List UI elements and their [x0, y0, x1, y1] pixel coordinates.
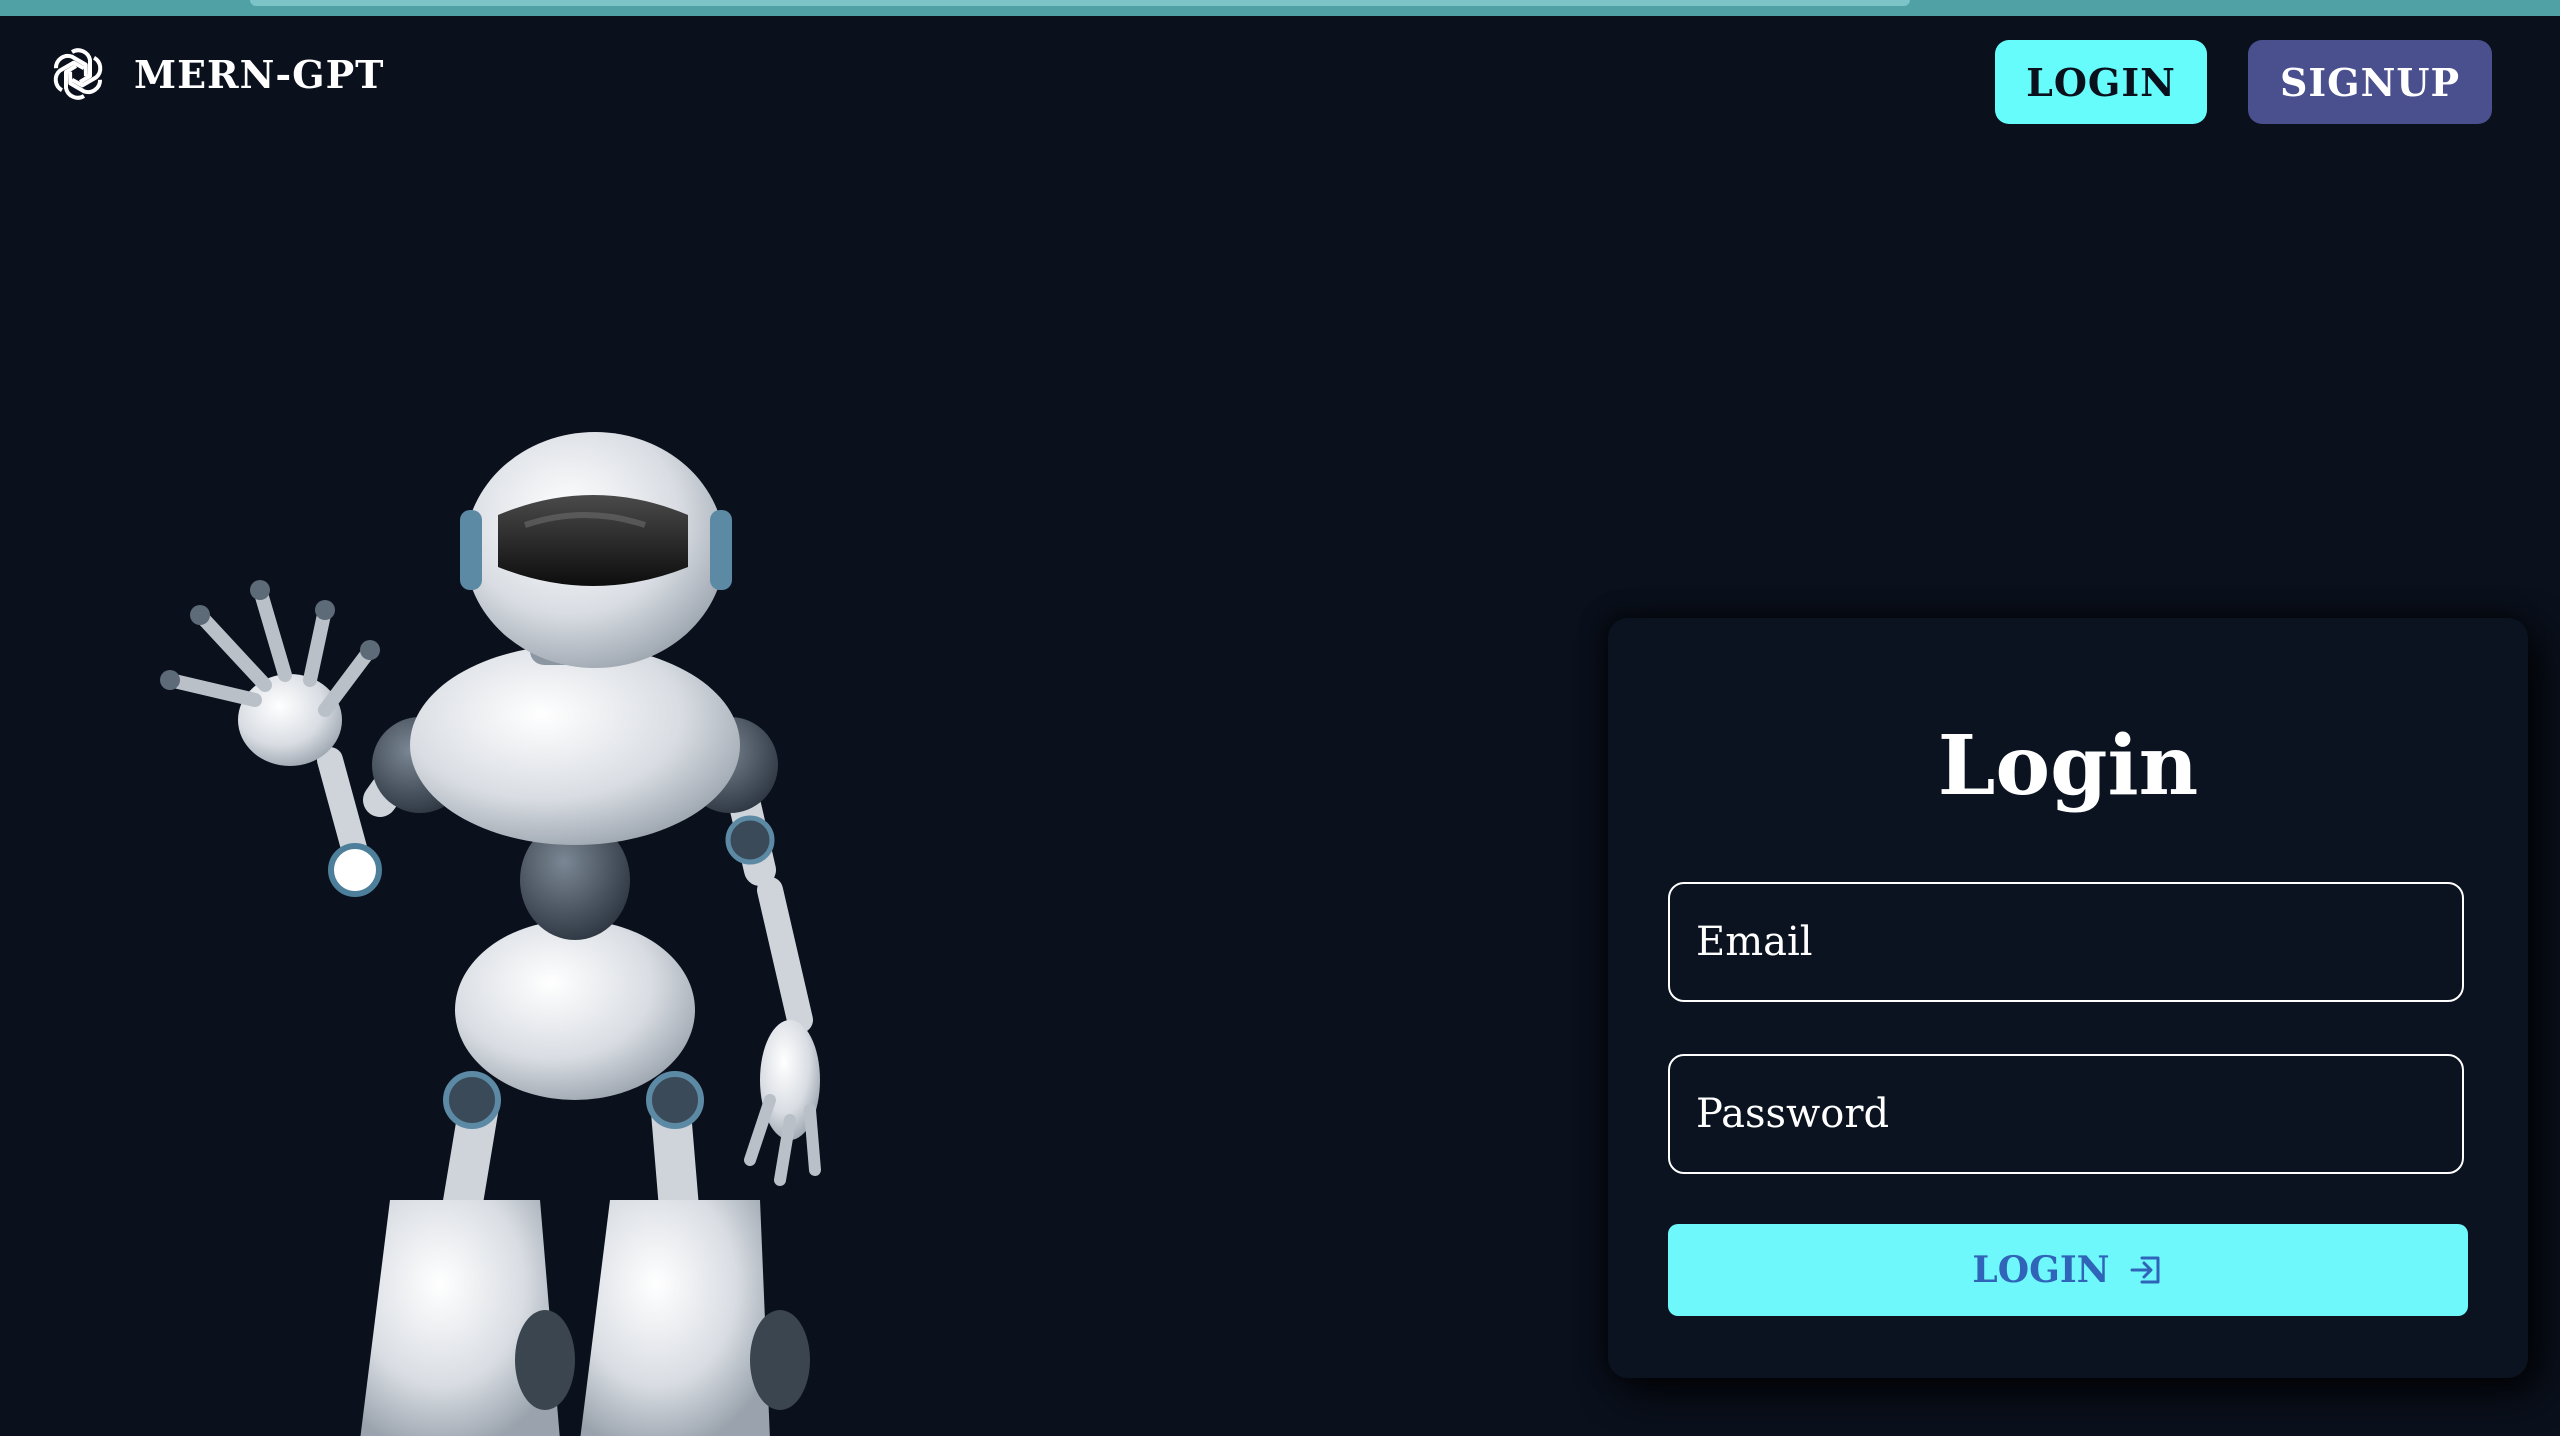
- login-card: Login LOGIN: [1608, 618, 2528, 1378]
- login-title: Login: [1937, 718, 2199, 814]
- email-field[interactable]: [1668, 882, 2464, 1002]
- app-header: MERN-GPT LOGIN SIGNUP: [0, 16, 2560, 148]
- password-field[interactable]: [1668, 1054, 2464, 1174]
- brand-logo[interactable]: MERN-GPT: [46, 42, 384, 106]
- browser-top-strip: [0, 0, 2560, 16]
- browser-top-strip-inner: [250, 0, 1910, 6]
- header-signup-button[interactable]: SIGNUP: [2248, 40, 2492, 124]
- login-arrow-icon: [2130, 1256, 2160, 1284]
- login-submit-label: LOGIN: [1972, 1249, 2110, 1291]
- login-submit-button[interactable]: LOGIN: [1668, 1224, 2468, 1316]
- openai-logo-icon: [53, 48, 103, 100]
- header-login-button[interactable]: LOGIN: [1995, 40, 2207, 124]
- brand-name: MERN-GPT: [134, 51, 385, 97]
- waving-robot-illustration: [160, 432, 821, 1436]
